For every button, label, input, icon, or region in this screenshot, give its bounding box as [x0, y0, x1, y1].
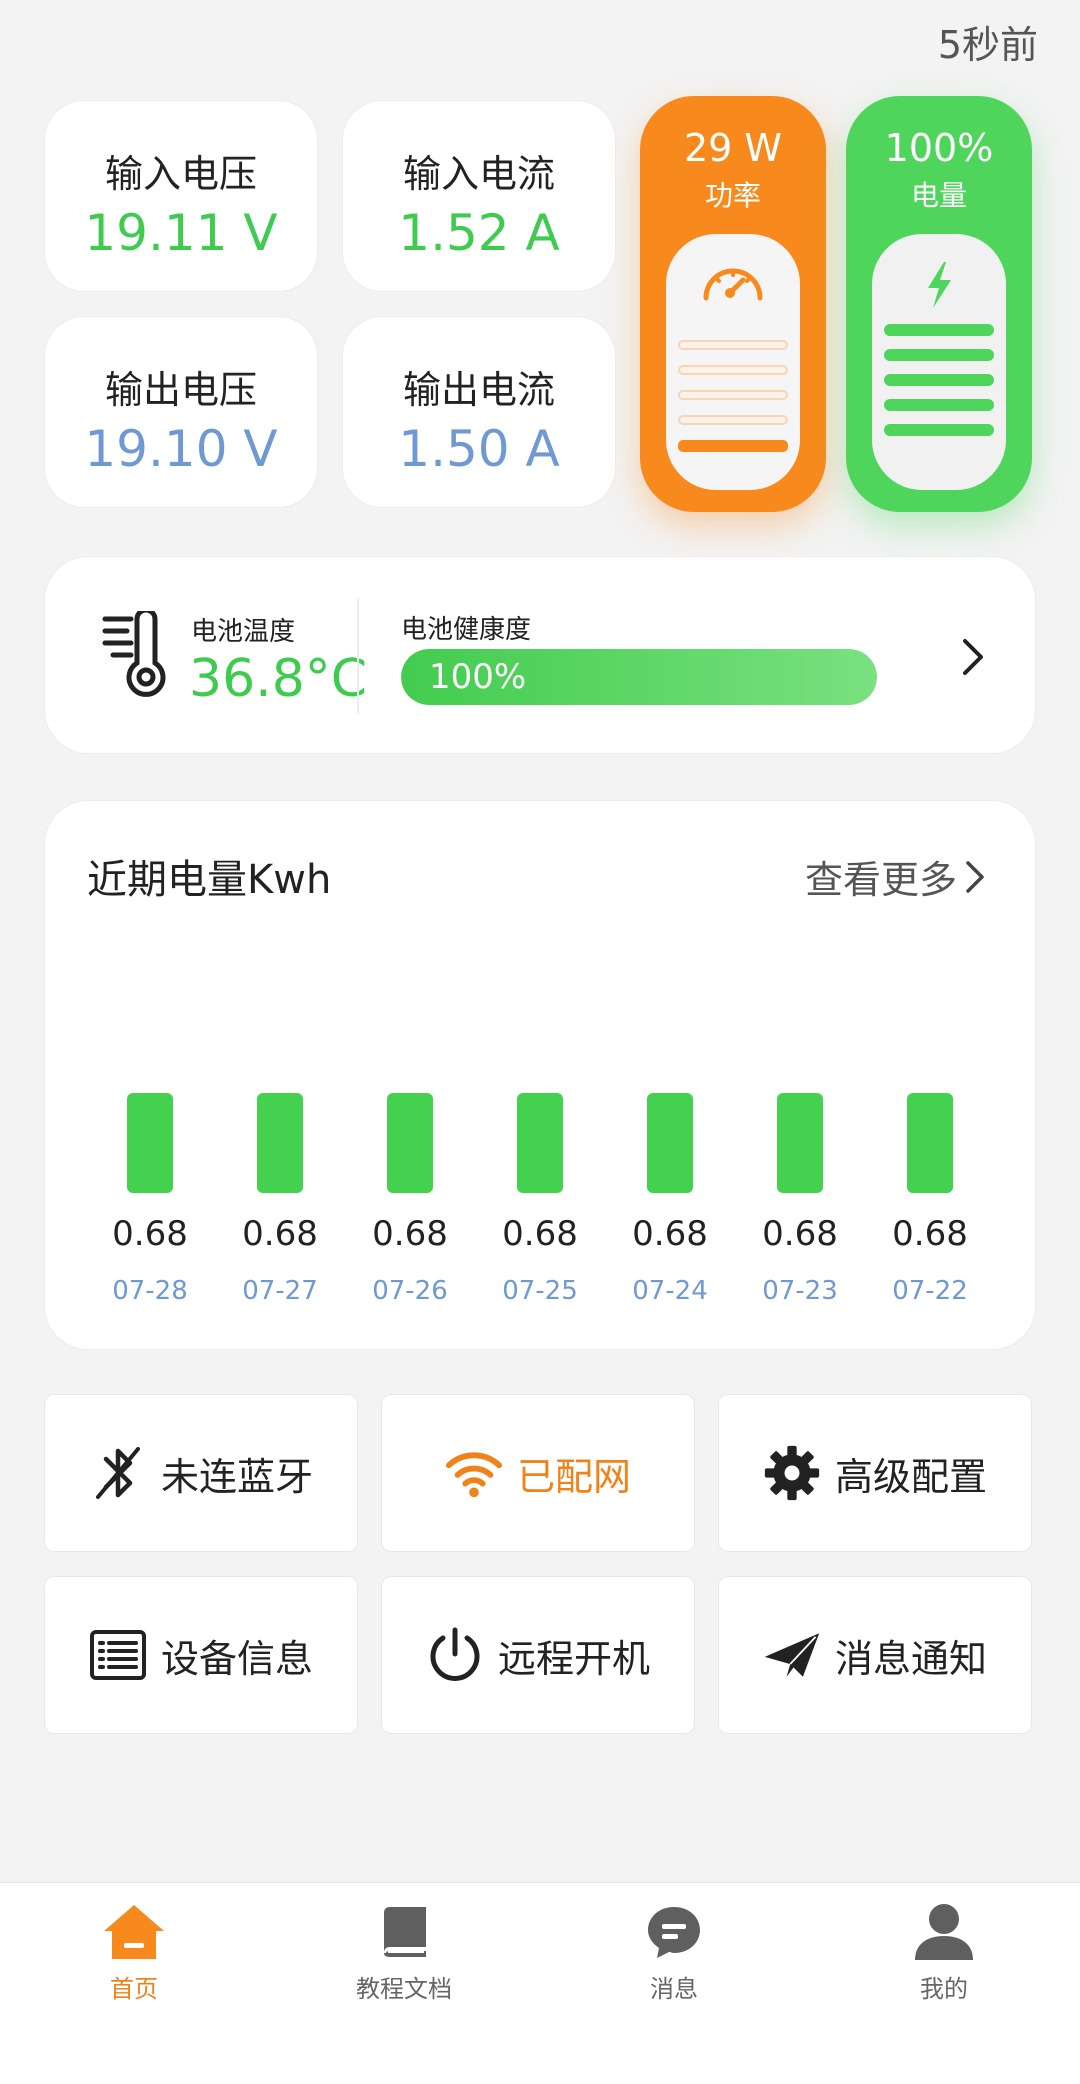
battery-level-bar [884, 374, 994, 386]
battery-status-card[interactable]: 电池温度 36.8°C 电池健康度 100% [44, 556, 1036, 754]
battery-health-value: 100% [429, 657, 527, 697]
chart-value-label: 0.68 [762, 1214, 838, 1254]
chart-bar [907, 1093, 953, 1193]
last-updated-text: 5秒前 [937, 23, 1038, 67]
tab-home-label: 首页 [110, 1975, 158, 2003]
power-value: 29 W [683, 126, 782, 170]
chart-date-label: 07-27 [242, 1276, 318, 1306]
input-voltage-label: 输入电压 [104, 152, 257, 196]
divider [357, 599, 359, 713]
power-level-bar-filled [678, 440, 788, 452]
chart-value-label: 0.68 [112, 1214, 188, 1254]
chart-bar [647, 1093, 693, 1193]
output-voltage-card: 输出电压 19.10 V [44, 316, 318, 508]
speedometer-icon [703, 268, 763, 301]
chart-bar [387, 1093, 433, 1193]
list-icon [89, 1626, 147, 1684]
bluetooth-label: 未连蓝牙 [160, 1454, 313, 1499]
input-voltage-card: 输入电压 19.11 V [44, 100, 318, 292]
bluetooth-off-icon [89, 1444, 147, 1502]
tab-messages-label: 消息 [650, 1975, 698, 2003]
tab-messages[interactable]: 消息 [574, 1897, 774, 2004]
input-voltage-value: 19.11 V [84, 204, 278, 262]
input-current-label: 输入电流 [402, 152, 555, 196]
battery-level-bar [884, 324, 994, 336]
chart-value-label: 0.68 [242, 1214, 318, 1254]
output-voltage-value: 19.10 V [84, 420, 278, 478]
chart-value-label: 0.68 [892, 1214, 968, 1254]
battery-level-bar [884, 399, 994, 411]
chart-bar [127, 1093, 173, 1193]
notification-button[interactable]: 消息通知 [718, 1576, 1032, 1734]
output-voltage-label: 输出电压 [104, 368, 257, 412]
chart-date-label: 07-25 [502, 1276, 578, 1306]
chart-bar [777, 1093, 823, 1193]
chart-value-label: 0.68 [372, 1214, 448, 1254]
remote-power-button[interactable]: 远程开机 [381, 1576, 695, 1734]
tab-home[interactable]: 首页 [34, 1897, 234, 2004]
chart-value-label: 0.68 [632, 1214, 708, 1254]
power-icon [426, 1626, 484, 1684]
output-current-card: 输出电流 1.50 A [342, 316, 616, 508]
battery-value: 100% [884, 126, 994, 170]
advanced-config-button[interactable]: 高级配置 [718, 1394, 1032, 1552]
bottom-tab-bar: 首页 教程文档 消息 我的 [0, 1882, 1080, 2084]
device-info-button[interactable]: 设备信息 [44, 1576, 358, 1734]
chart-date-label: 07-22 [892, 1276, 968, 1306]
output-current-value: 1.50 A [398, 420, 560, 478]
wifi-button[interactable]: 已配网 [381, 1394, 695, 1552]
home-icon [34, 1897, 234, 1967]
chevron-right-icon[interactable] [961, 637, 985, 677]
tab-tutorials[interactable]: 教程文档 [304, 1897, 504, 2004]
chart-value-label: 0.68 [502, 1214, 578, 1254]
battery-level-bar [884, 349, 994, 361]
input-current-value: 1.52 A [398, 204, 560, 262]
user-icon [844, 1897, 1044, 1967]
recent-energy-card: 近期电量Kwh 查看更多 0.68 07-28 0.68 07-27 0.68 07-26… [44, 800, 1036, 1350]
lightning-icon [928, 262, 951, 308]
power-gauge-inner [666, 234, 800, 490]
chart-date-label: 07-28 [112, 1276, 188, 1306]
chart-date-label: 07-26 [372, 1276, 448, 1306]
paper-plane-icon [763, 1626, 821, 1684]
battery-temp-label: 电池温度 [191, 617, 296, 647]
output-current-label: 输出电流 [402, 368, 555, 412]
tab-profile-label: 我的 [920, 1975, 968, 2003]
tab-tutorials-label: 教程文档 [356, 1975, 452, 2003]
battery-label: 电量 [910, 179, 967, 212]
notification-label: 消息通知 [834, 1636, 987, 1681]
chart-date-label: 07-24 [632, 1276, 708, 1306]
gear-icon [763, 1444, 821, 1502]
advanced-config-label: 高级配置 [834, 1454, 987, 1499]
thermometer-icon [102, 611, 166, 697]
input-current-card: 输入电流 1.52 A [342, 100, 616, 292]
device-info-label: 设备信息 [160, 1636, 313, 1681]
bluetooth-button[interactable]: 未连蓝牙 [44, 1394, 358, 1552]
wifi-icon [445, 1444, 503, 1502]
remote-power-label: 远程开机 [497, 1636, 650, 1681]
chat-icon [574, 1897, 774, 1967]
battery-gauge-inner [872, 234, 1006, 490]
power-level-bar [678, 340, 788, 350]
power-gauge-card: 29 W 功率 [640, 96, 826, 512]
chart-bar [517, 1093, 563, 1193]
power-label: 功率 [704, 179, 761, 212]
tab-profile[interactable]: 我的 [844, 1897, 1044, 2004]
power-level-bar [678, 365, 788, 375]
power-level-bar [678, 390, 788, 400]
battery-health-bar: 100% [401, 649, 877, 705]
energy-bar-chart: 0.68 07-28 0.68 07-27 0.68 07-26 0.68 07-25 0.68… [112, 1093, 968, 1306]
power-level-bar [678, 415, 788, 425]
battery-temp-value: 36.8°C [189, 649, 368, 709]
battery-health-label: 电池健康度 [401, 615, 532, 645]
battery-level-card: 100% 电量 [846, 96, 1032, 512]
wifi-label: 已配网 [516, 1454, 631, 1499]
chart-date-label: 07-23 [762, 1276, 838, 1306]
book-icon [304, 1897, 504, 1967]
battery-level-bar [884, 424, 994, 436]
chart-bar [257, 1093, 303, 1193]
